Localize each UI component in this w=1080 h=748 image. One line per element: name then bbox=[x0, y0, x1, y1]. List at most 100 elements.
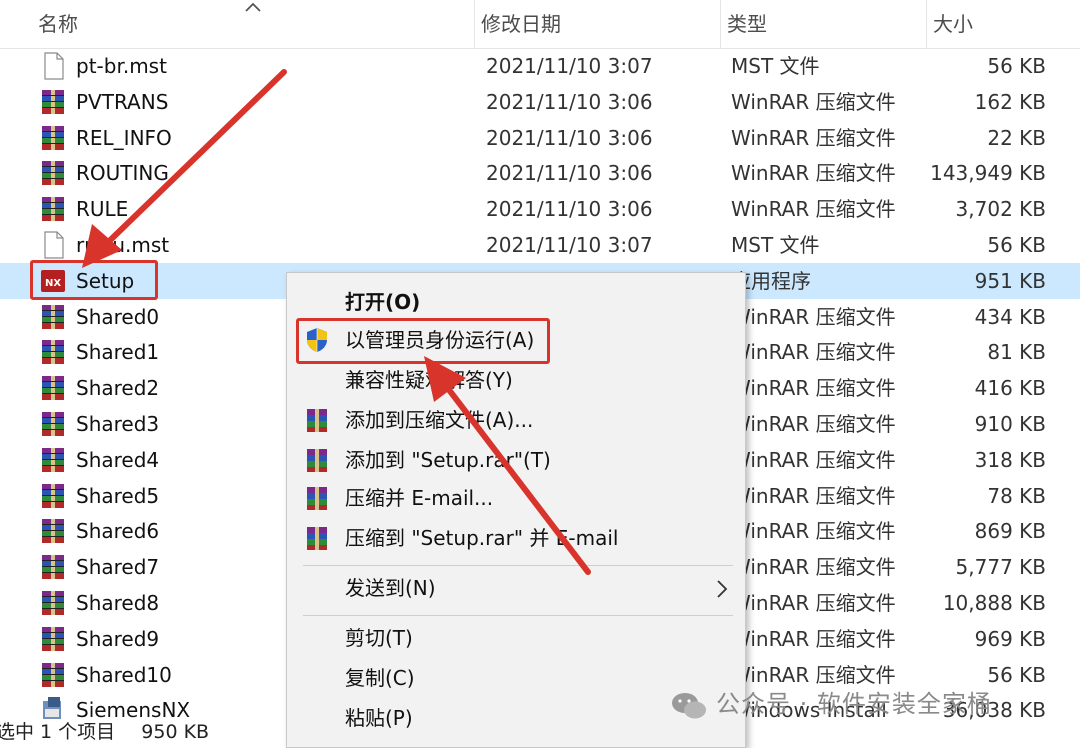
file-type: MST 文件 bbox=[731, 233, 820, 257]
file-name: Shared5 bbox=[76, 483, 160, 508]
file-name: Shared9 bbox=[76, 626, 160, 651]
menu-item-send-to[interactable]: 发送到(N) bbox=[287, 569, 745, 607]
file-type: WinRAR 压缩文件 bbox=[731, 626, 896, 651]
file-row[interactable]: REL_INFO 2021/11/10 3:06 WinRAR 压缩文件 22 KB bbox=[0, 120, 1080, 156]
file-type: WinRAR 压缩文件 bbox=[731, 340, 896, 365]
file-name: REL_INFO bbox=[76, 125, 172, 150]
winrar-archive-icon bbox=[40, 194, 66, 224]
winrar-icon bbox=[307, 527, 327, 550]
file-type: WinRAR 压缩文件 bbox=[731, 447, 896, 472]
file-size: 56 KB bbox=[987, 54, 1046, 78]
file-row[interactable]: PVTRANS 2021/11/10 3:06 WinRAR 压缩文件 162 KB bbox=[0, 84, 1080, 120]
file-name: Shared2 bbox=[76, 376, 160, 401]
menu-item-label: 打开(O) bbox=[345, 290, 421, 314]
menu-item-label: 兼容性疑难解答(Y) bbox=[345, 368, 513, 392]
menu-item-compress-email[interactable]: 压缩并 E-mail... bbox=[287, 479, 745, 517]
file-size: 969 KB bbox=[974, 626, 1046, 651]
menu-item-add-to-archive[interactable]: 添加到压缩文件(A)... bbox=[287, 401, 745, 439]
menu-item-add-to-setup-rar[interactable]: 添加到 "Setup.rar"(T) bbox=[287, 441, 745, 479]
file-size: 434 KB bbox=[974, 304, 1046, 329]
menu-item-label: 粘贴(P) bbox=[345, 706, 413, 730]
file-size: 3,702 KB bbox=[955, 197, 1046, 222]
file-size: 951 KB bbox=[974, 268, 1046, 293]
menu-item-label: 发送到(N) bbox=[345, 576, 436, 600]
file-row[interactable]: ru-ru.mst 2021/11/10 3:07 MST 文件 56 KB bbox=[0, 227, 1080, 263]
file-date: 2021/11/10 3:06 bbox=[486, 89, 653, 114]
file-size: 56 KB bbox=[987, 662, 1046, 687]
document-icon bbox=[40, 230, 66, 260]
file-type: WinRAR 压缩文件 bbox=[731, 591, 896, 615]
file-size: 56 KB bbox=[987, 233, 1046, 257]
column-header-date[interactable]: 修改日期 bbox=[474, 0, 720, 48]
file-name: pt-br.mst bbox=[76, 54, 167, 78]
file-size: 910 KB bbox=[974, 412, 1046, 436]
sort-ascending-icon bbox=[245, 2, 261, 12]
winrar-archive-icon bbox=[40, 445, 66, 475]
menu-item-open[interactable]: 打开(O) bbox=[287, 283, 745, 321]
winrar-archive-icon bbox=[40, 552, 66, 582]
column-header-size[interactable]: 大小 bbox=[926, 0, 1058, 48]
file-type: WinRAR 压缩文件 bbox=[731, 412, 896, 436]
file-type: WinRAR 压缩文件 bbox=[731, 304, 896, 329]
file-size: 22 KB bbox=[987, 125, 1046, 150]
watermark-text: 公众号 · 软件安装全家桶 bbox=[716, 690, 992, 718]
winrar-archive-icon bbox=[40, 87, 66, 117]
file-size: 318 KB bbox=[974, 447, 1046, 472]
file-name: Shared1 bbox=[76, 340, 160, 365]
column-header-type[interactable]: 类型 bbox=[720, 0, 926, 48]
winrar-archive-icon bbox=[40, 123, 66, 153]
menu-item-label: 压缩并 E-mail... bbox=[345, 486, 494, 510]
menu-item-label: 添加到压缩文件(A)... bbox=[345, 408, 534, 432]
file-type: WinRAR 压缩文件 bbox=[731, 125, 896, 150]
winrar-icon bbox=[307, 449, 327, 472]
file-size: 81 KB bbox=[987, 340, 1046, 365]
file-row[interactable]: ROUTING 2021/11/10 3:06 WinRAR 压缩文件 143,949… bbox=[0, 155, 1080, 191]
status-selection-size: 950 KB bbox=[141, 721, 210, 743]
menu-item-label: 剪切(T) bbox=[345, 626, 413, 650]
menu-item-label: 复制(C) bbox=[345, 666, 415, 690]
menu-item-cut[interactable]: 剪切(T) bbox=[287, 619, 745, 657]
document-icon bbox=[40, 51, 66, 81]
menu-item-label: 添加到 "Setup.rar"(T) bbox=[345, 448, 551, 472]
menu-separator bbox=[303, 565, 733, 566]
column-header-bar: 名称 修改日期 类型 大小 bbox=[0, 0, 1080, 49]
chevron-right-icon bbox=[717, 580, 728, 598]
file-size: 416 KB bbox=[974, 376, 1046, 401]
winrar-archive-icon bbox=[40, 516, 66, 546]
file-size: 5,777 KB bbox=[955, 555, 1046, 580]
file-type: WinRAR 压缩文件 bbox=[731, 89, 896, 114]
file-name: Shared10 bbox=[76, 662, 172, 687]
file-size: 78 KB bbox=[987, 483, 1046, 508]
wechat-icon bbox=[672, 693, 706, 719]
file-type: WinRAR 压缩文件 bbox=[731, 555, 896, 580]
file-type: WinRAR 压缩文件 bbox=[731, 161, 896, 186]
file-name: Shared7 bbox=[76, 555, 160, 580]
file-name: Shared0 bbox=[76, 304, 160, 329]
menu-item-compress-setup-email[interactable]: 压缩到 "Setup.rar" 并 E-mail bbox=[287, 519, 745, 557]
file-type: WinRAR 压缩文件 bbox=[731, 483, 896, 508]
file-size: 162 KB bbox=[974, 89, 1046, 114]
file-type: MST 文件 bbox=[731, 54, 820, 78]
file-date: 2021/11/10 3:06 bbox=[486, 197, 653, 222]
file-type: WinRAR 压缩文件 bbox=[731, 197, 896, 222]
winrar-archive-icon bbox=[40, 588, 66, 618]
menu-separator bbox=[303, 615, 733, 616]
status-bar: 选中 1 个项目 950 KB bbox=[0, 716, 209, 748]
menu-item-compat-troubleshoot[interactable]: 兼容性疑难解答(Y) bbox=[287, 361, 745, 399]
file-name: Shared4 bbox=[76, 447, 160, 472]
file-date: 2021/11/10 3:06 bbox=[486, 161, 653, 186]
file-row[interactable]: pt-br.mst 2021/11/10 3:07 MST 文件 56 KB bbox=[0, 48, 1080, 84]
file-date: 2021/11/10 3:07 bbox=[486, 233, 653, 257]
menu-item-label: 压缩到 "Setup.rar" 并 E-mail bbox=[345, 526, 619, 550]
winrar-archive-icon bbox=[40, 158, 66, 188]
file-date: 2021/11/10 3:06 bbox=[486, 125, 653, 150]
file-size: 10,888 KB bbox=[942, 591, 1046, 615]
file-row[interactable]: RULE 2021/11/10 3:06 WinRAR 压缩文件 3,702 KB bbox=[0, 191, 1080, 227]
winrar-archive-icon bbox=[40, 373, 66, 403]
highlight-box-run-as-admin bbox=[296, 318, 550, 364]
file-name: Shared8 bbox=[76, 591, 160, 615]
file-name: Shared6 bbox=[76, 519, 160, 544]
file-date: 2021/11/10 3:07 bbox=[486, 54, 653, 78]
winrar-icon bbox=[307, 409, 327, 432]
file-name: ru-ru.mst bbox=[76, 233, 170, 257]
